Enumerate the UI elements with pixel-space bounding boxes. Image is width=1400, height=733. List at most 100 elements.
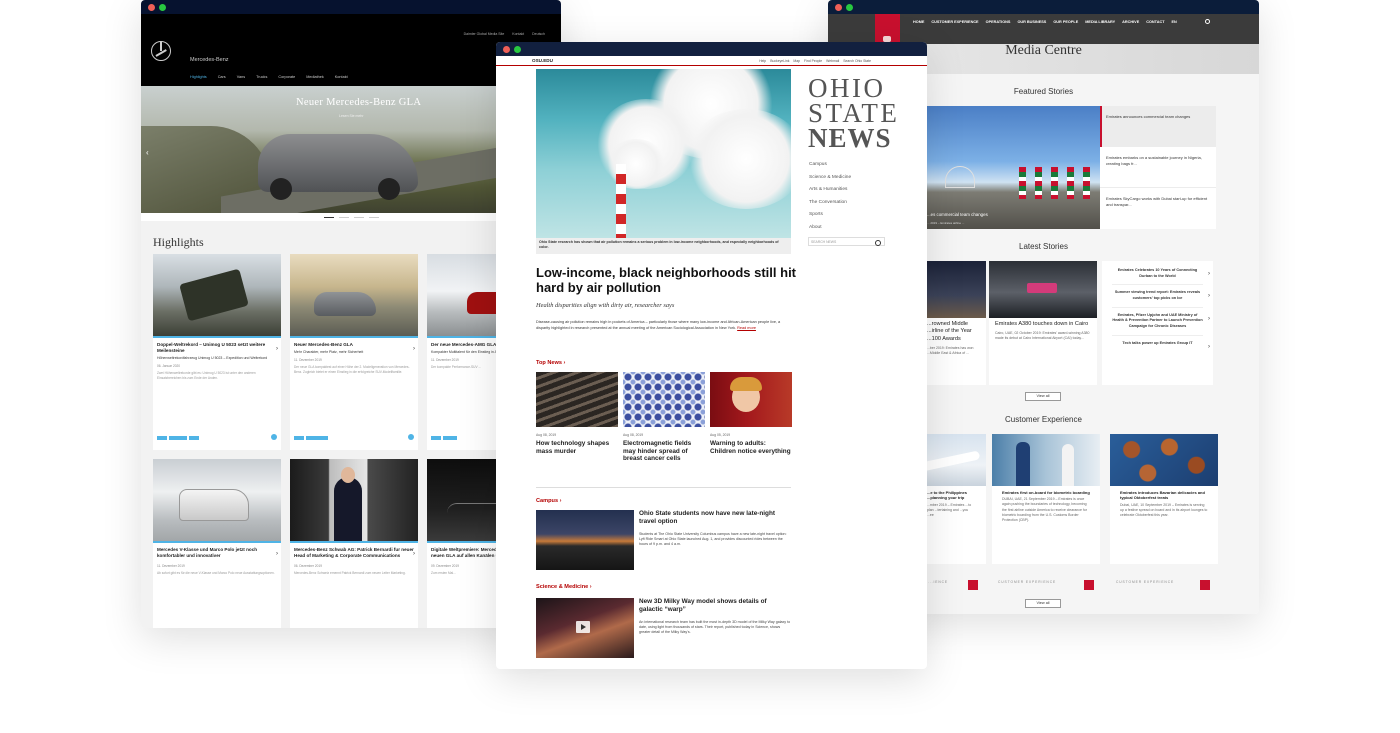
nav-item-media-library[interactable]: MEDIA LIBRARY bbox=[1085, 20, 1115, 24]
tag[interactable] bbox=[443, 436, 457, 440]
top-link-language[interactable]: Deutsch bbox=[532, 32, 545, 36]
search-icon[interactable] bbox=[1205, 19, 1210, 24]
menu-item-sports[interactable]: Sports bbox=[809, 209, 851, 222]
read-more-link[interactable]: Read more bbox=[737, 326, 756, 330]
top-news-item[interactable]: Aug 08, 2019 How technology shapes mass … bbox=[536, 372, 618, 455]
latest-list: Emirates Celebrates 10 Years of Connecti… bbox=[1102, 261, 1213, 385]
customer-card-philippines[interactable]: ...e to the Philippines ...planning your… bbox=[925, 434, 986, 564]
utility-link-map[interactable]: Map bbox=[793, 59, 800, 63]
top-news-item[interactable]: Aug 08, 2019 Electromagnetic fields may … bbox=[623, 372, 705, 463]
nav-item-contact[interactable]: CONTACT bbox=[1146, 20, 1164, 24]
campus-heading[interactable]: Campus › bbox=[536, 498, 562, 504]
nav-item-our-business[interactable]: OUR BUSINESS bbox=[1017, 20, 1046, 24]
latest-list-item[interactable]: Summer viewing trend report: Emirates re… bbox=[1112, 285, 1210, 308]
latest-list-item[interactable]: Emirates Celebrates 10 Years of Connecti… bbox=[1112, 263, 1210, 286]
tag[interactable] bbox=[294, 436, 304, 440]
top-news-heading[interactable]: Top News › bbox=[536, 360, 565, 366]
customer-card-oktoberfest[interactable]: Emirates introduces Bavarian delicacies … bbox=[1110, 434, 1218, 564]
carousel-prev-icon[interactable]: ‹ bbox=[146, 148, 149, 157]
close-window-button[interactable] bbox=[503, 45, 510, 53]
featured-image[interactable] bbox=[925, 106, 1100, 229]
close-window-button[interactable] bbox=[148, 3, 155, 11]
utility-link-find-people[interactable]: Find People bbox=[804, 59, 822, 63]
menu-item-the-conversation[interactable]: The Conversation bbox=[809, 197, 851, 210]
nav-item-archive[interactable]: ARCHIVE bbox=[1122, 20, 1139, 24]
menu-item-arts-humanities[interactable]: Arts & Humanities bbox=[809, 184, 851, 197]
share-icon[interactable] bbox=[271, 434, 277, 440]
latest-list-item[interactable]: Emirates, Pfizer Upjohn and UAE Ministry… bbox=[1112, 308, 1210, 336]
chevron-right-icon[interactable]: › bbox=[276, 551, 278, 557]
ohio-state-news-logo[interactable]: OHIO STATE NEWS bbox=[808, 75, 899, 151]
top-link-kontakt[interactable]: Kontakt bbox=[512, 32, 524, 36]
view-all-button[interactable]: View all bbox=[1025, 599, 1061, 608]
nav-item-operations[interactable]: OPERATIONS bbox=[986, 20, 1011, 24]
nav-item-customer-experience[interactable]: CUSTOMER EXPERIENCE bbox=[931, 20, 978, 24]
chevron-right-icon[interactable]: › bbox=[413, 346, 415, 352]
lead-headline[interactable]: Low-income, black neighborhoods still hi… bbox=[536, 265, 798, 296]
share-icon[interactable] bbox=[1084, 580, 1094, 590]
view-all-button[interactable]: View all bbox=[1025, 392, 1061, 401]
menu-item-campus[interactable]: Campus bbox=[809, 159, 851, 172]
osu-edu-link[interactable]: OSU.EDU bbox=[532, 58, 553, 63]
tag[interactable] bbox=[189, 436, 199, 440]
nav-item-highlights[interactable]: Highlights bbox=[190, 75, 207, 79]
menu-item-about[interactable]: About bbox=[809, 222, 851, 235]
highlight-card-gla[interactable]: › Neuer Mercedes-Benz GLA Mehr Charakter… bbox=[290, 254, 418, 450]
campus-story[interactable]: Ohio State students now have new late-ni… bbox=[536, 510, 791, 570]
highlight-card-v-klasse[interactable]: › Mercedes V-Klasse und Marco Polo jetzt… bbox=[153, 459, 281, 628]
featured-list-item[interactable]: Emirates announces commercial team chang… bbox=[1100, 106, 1216, 147]
utility-link-buckeyelink[interactable]: BuckeyeLink bbox=[770, 59, 789, 63]
tag[interactable] bbox=[431, 436, 441, 440]
latest-card-award[interactable]: ...rowned Middle ...irline of the Year .… bbox=[925, 261, 986, 385]
maximize-window-button[interactable] bbox=[846, 3, 853, 11]
featured-list-item[interactable]: Emirates embarks on a sustainable journe… bbox=[1100, 147, 1216, 188]
carousel-dot[interactable] bbox=[368, 216, 379, 218]
nav-item-cars[interactable]: Cars bbox=[218, 75, 226, 79]
science-story[interactable]: New 3D Milky Way model shows details of … bbox=[536, 598, 791, 658]
nav-item-our-people[interactable]: OUR PEOPLE bbox=[1053, 20, 1078, 24]
top-link-global-media[interactable]: Daimler Global Media Site bbox=[464, 32, 505, 36]
highlight-card-bernardi[interactable]: › Mercedes-Benz Schwab AG: Patrick Berna… bbox=[290, 459, 418, 628]
science-medicine-heading[interactable]: Science & Medicine › bbox=[536, 584, 592, 590]
campus-story-title: Ohio State students now have new late-ni… bbox=[639, 510, 775, 525]
video-play-icon[interactable] bbox=[576, 621, 590, 633]
latest-list-item[interactable]: Tech talks power up Emirates Group IT bbox=[1112, 336, 1210, 352]
nav-item-home[interactable]: HOME bbox=[913, 20, 924, 24]
maximize-window-button[interactable] bbox=[159, 3, 166, 11]
carousel-dot[interactable] bbox=[353, 216, 364, 218]
nav-item-corporate[interactable]: Corporate bbox=[278, 75, 295, 79]
share-icon[interactable] bbox=[968, 580, 978, 590]
card-text: Mercedes-Benz Schweiz ernennt Patrick Be… bbox=[294, 571, 406, 576]
tag[interactable] bbox=[306, 436, 328, 440]
utility-link-webmail[interactable]: Webmail bbox=[826, 59, 839, 63]
hero-read-more-link[interactable]: Lesen Sie mehr bbox=[339, 114, 364, 118]
customer-card-biometric[interactable]: Emirates first on-board for biometric bo… bbox=[992, 434, 1100, 564]
utility-link-search[interactable]: Search Ohio State bbox=[843, 59, 871, 63]
highlight-card-unimog[interactable]: › Doppel-Weltrekord – Unimog U 5023 setz… bbox=[153, 254, 281, 450]
menu-item-science-medicine[interactable]: Science & Medicine bbox=[809, 172, 851, 185]
nav-item-trucks[interactable]: Trucks bbox=[256, 75, 267, 79]
chevron-right-icon[interactable]: › bbox=[276, 346, 278, 352]
close-window-button[interactable] bbox=[835, 3, 842, 11]
top-news-item[interactable]: Aug 05, 2019 Warning to adults: Children… bbox=[710, 372, 792, 455]
mercedes-star-logo-icon[interactable] bbox=[151, 41, 171, 61]
tag[interactable] bbox=[169, 436, 187, 440]
card-tags bbox=[431, 436, 457, 440]
share-icon[interactable] bbox=[1200, 580, 1210, 590]
featured-caption[interactable]: ...es commercial team changes bbox=[925, 212, 1100, 217]
language-selector[interactable]: EN bbox=[1172, 20, 1177, 24]
share-icon[interactable] bbox=[408, 434, 414, 440]
hero-image-smokestack[interactable] bbox=[536, 69, 791, 238]
latest-card-a380-cairo[interactable]: Emirates A380 touches down in Cairo Cair… bbox=[989, 261, 1097, 385]
search-news-input[interactable]: SEARCH NEWS bbox=[808, 237, 885, 246]
utility-link-help[interactable]: Help bbox=[759, 59, 766, 63]
nav-item-mediathek[interactable]: Mediathek bbox=[306, 75, 324, 79]
featured-list-item[interactable]: Emirates SkyCargo works with Dubai start… bbox=[1100, 188, 1216, 229]
carousel-dot[interactable] bbox=[338, 216, 349, 218]
tag[interactable] bbox=[157, 436, 167, 440]
maximize-window-button[interactable] bbox=[514, 45, 521, 53]
carousel-dot-active[interactable] bbox=[323, 216, 334, 218]
nav-item-kontakt[interactable]: Kontakt bbox=[335, 75, 348, 79]
chevron-right-icon[interactable]: › bbox=[413, 551, 415, 557]
nav-item-vans[interactable]: Vans bbox=[237, 75, 245, 79]
